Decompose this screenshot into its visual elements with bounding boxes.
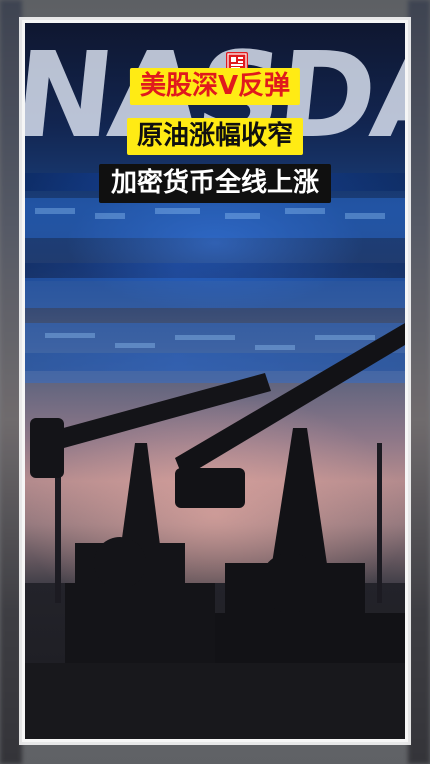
headline-crypto-rise: 加密货币全线上涨 — [98, 164, 332, 203]
blurred-backdrop-right — [408, 0, 430, 764]
headline-oil-gains-narrow: 原油涨幅收窄 — [126, 118, 304, 155]
headline-stocks-rebound: 美股深V反弹 — [129, 68, 301, 105]
video-frame: NASDAQ — [0, 0, 430, 764]
blurred-backdrop-left — [0, 0, 22, 764]
